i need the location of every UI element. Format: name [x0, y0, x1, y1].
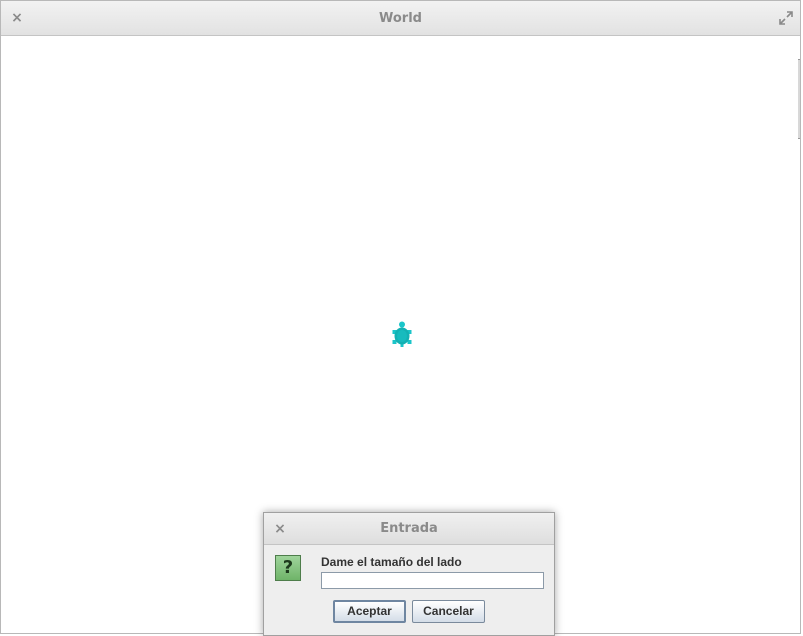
turtle-icon	[392, 321, 412, 347]
world-titlebar[interactable]: World ×	[1, 1, 800, 36]
question-icon: ?	[275, 555, 301, 581]
dialog-titlebar[interactable]: Entrada ×	[264, 513, 554, 545]
side-length-input[interactable]	[321, 572, 544, 589]
dialog-title: Entrada	[380, 521, 438, 536]
accept-button[interactable]: Aceptar	[333, 600, 406, 623]
window-title: World	[379, 11, 422, 26]
input-dialog: Entrada × ? Dame el tamaño del lado Acep…	[263, 512, 555, 636]
close-icon[interactable]: ×	[9, 10, 25, 26]
dialog-prompt: Dame el tamaño del lado	[321, 555, 462, 569]
cancel-button[interactable]: Cancelar	[412, 600, 485, 623]
dialog-close-icon[interactable]: ×	[272, 521, 288, 537]
maximize-icon[interactable]	[778, 10, 794, 26]
side-strip	[798, 59, 800, 139]
